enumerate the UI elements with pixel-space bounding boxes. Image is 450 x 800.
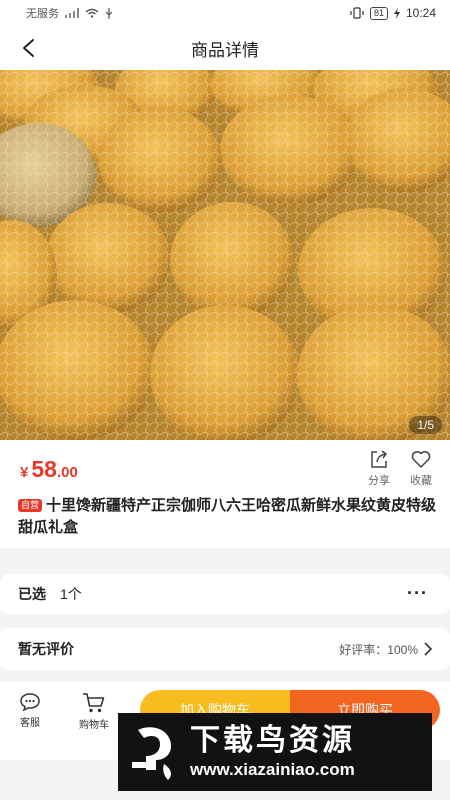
heart-icon <box>411 451 431 468</box>
cart-button[interactable]: 购物车 <box>68 692 120 731</box>
more-options-icon[interactable]: ··· <box>407 584 428 602</box>
status-bar: 无服务 81 10:24 <box>0 0 450 26</box>
status-left: 无服务 <box>26 5 113 21</box>
chat-icon <box>20 693 40 712</box>
product-image-gallery[interactable]: 1/5 <box>0 70 450 440</box>
product-info-card: ¥ 58 .00 分享 收藏 自营 十里馋新疆特产正宗伽师八六王哈密瓜新鲜水果纹黄… <box>0 440 450 548</box>
chevron-right-icon <box>424 642 432 656</box>
watermark-url: www.xiazainiao.com <box>190 760 355 779</box>
favorite-label: 收藏 <box>410 475 432 487</box>
signal-icon <box>65 8 79 18</box>
cart-label: 购物车 <box>79 720 109 731</box>
vibrate-icon <box>350 7 364 19</box>
page-title: 商品详情 <box>191 40 259 60</box>
product-image <box>0 70 450 440</box>
self-operated-badge: 自营 <box>18 499 43 512</box>
share-label: 分享 <box>368 475 390 487</box>
positive-rate[interactable]: 好评率：100% <box>339 641 432 658</box>
positive-rate-text: 好评率：100% <box>339 642 418 657</box>
selected-spec-row[interactable]: 已选 1个 ··· <box>0 574 450 614</box>
back-button[interactable] <box>14 34 42 62</box>
share-button[interactable]: 分享 <box>362 448 396 488</box>
watermark-title: 下载鸟资源 <box>190 724 355 757</box>
price-integer: 58 <box>31 456 57 482</box>
watermark-overlay: 下载鸟资源 www.xiazainiao.com <box>118 713 432 791</box>
product-price: ¥ 58 .00 <box>20 456 78 483</box>
favorite-button[interactable]: 收藏 <box>404 448 438 488</box>
product-title: 自营 十里馋新疆特产正宗伽师八六王哈密瓜新鲜水果纹黄皮特级甜瓜礼盒 <box>18 495 438 539</box>
product-title-text: 十里馋新疆特产正宗伽师八六王哈密瓜新鲜水果纹黄皮特级甜瓜礼盒 <box>18 497 437 536</box>
customer-service-label: 客服 <box>20 718 40 729</box>
image-counter: 1/5 <box>409 416 442 434</box>
reviews-row[interactable]: 暂无评价 好评率：100% <box>0 628 450 670</box>
customer-service-button[interactable]: 客服 <box>4 692 56 729</box>
selected-value: 1个 <box>60 586 82 602</box>
watermark-text: 下载鸟资源 www.xiazainiao.com <box>190 723 355 781</box>
usb-icon <box>105 7 113 19</box>
shopping-cart-icon <box>83 693 105 713</box>
battery-indicator: 81 <box>369 6 388 20</box>
reviews-label: 暂无评价 <box>18 641 74 657</box>
price-currency: ¥ <box>20 464 29 481</box>
price-decimal: .00 <box>56 464 78 481</box>
watermark-bird-logo <box>132 727 172 780</box>
status-right: 81 10:24 <box>350 6 436 20</box>
charging-icon <box>393 7 400 19</box>
carrier-text: 无服务 <box>26 8 59 20</box>
share-icon <box>371 450 387 468</box>
wifi-icon <box>85 8 99 18</box>
nav-bar: 商品详情 <box>0 26 450 70</box>
back-arrow-icon <box>23 39 34 57</box>
selected-label: 已选 <box>18 586 46 602</box>
clock: 10:24 <box>405 6 436 20</box>
